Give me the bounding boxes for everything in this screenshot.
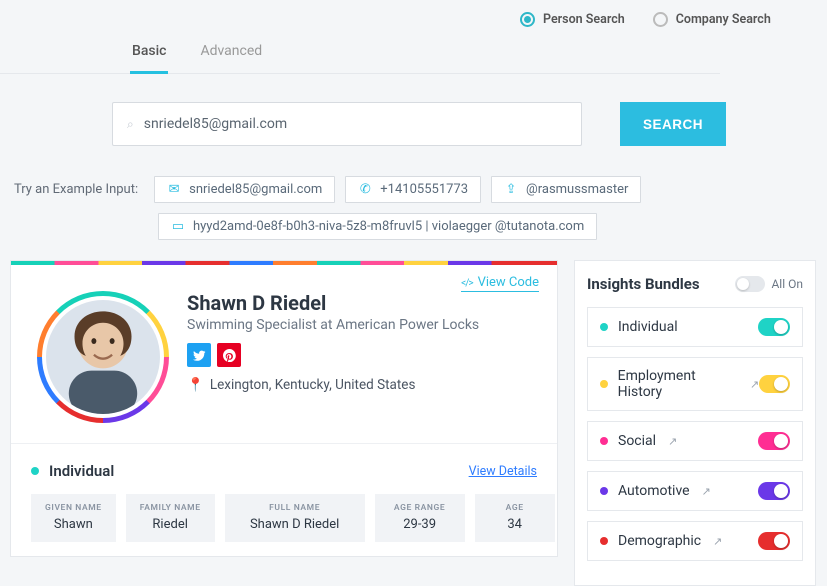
phone-icon: ✆ xyxy=(358,182,372,197)
search-input-wrap[interactable]: ⌕ xyxy=(112,102,582,146)
bundle-name: Employment History xyxy=(618,368,738,400)
bundle-item[interactable]: Social ↗ xyxy=(587,421,803,461)
person-search-radio[interactable]: Person Search xyxy=(520,12,625,27)
result-card: View Code Shawn D Riedel Swimming Specia… xyxy=(10,260,558,557)
example-chip-phone[interactable]: ✆ +14105551773 xyxy=(345,176,481,203)
field: GIVEN NAME Shawn xyxy=(31,494,116,542)
mail-icon: ✉ xyxy=(167,182,181,197)
external-icon: ↗ xyxy=(750,378,759,391)
field-value: 34 xyxy=(489,517,541,532)
avatar xyxy=(46,300,160,414)
bundle-dot-icon xyxy=(600,323,608,331)
chip-text: hyyd2amd-0e8f-b0h3-niva-5z8-m8fruvl5 | v… xyxy=(193,219,584,234)
field: AGE RANGE 29-39 xyxy=(375,494,465,542)
field-label: AGE xyxy=(489,503,541,513)
field-value: 29-39 xyxy=(389,517,451,532)
bundle-item[interactable]: Automotive ↗ xyxy=(587,471,803,511)
avatar-ring xyxy=(37,291,169,423)
bundle-toggle[interactable] xyxy=(758,532,790,550)
all-on-label: All On xyxy=(771,277,803,291)
company-search-radio[interactable]: Company Search xyxy=(653,12,771,27)
radio-icon xyxy=(520,12,535,27)
chip-text: @rasmussmaster xyxy=(526,182,628,197)
view-code-link[interactable]: View Code xyxy=(461,275,539,292)
external-icon: ↗ xyxy=(702,485,711,498)
search-button[interactable]: SEARCH xyxy=(620,102,726,146)
chip-text: +14105551773 xyxy=(380,182,468,197)
person-location: Lexington, Kentucky, United States xyxy=(210,377,416,393)
insights-panel: Insights Bundles All On Individual Employ… xyxy=(574,260,816,586)
search-input[interactable] xyxy=(144,116,567,132)
field-label: FAMILY NAME xyxy=(140,503,201,513)
radio-label: Company Search xyxy=(676,12,771,27)
bundle-toggle[interactable] xyxy=(758,482,790,500)
section-title: Individual xyxy=(49,462,114,480)
person-subtitle: Swimming Specialist at American Power Lo… xyxy=(187,317,479,333)
radio-icon xyxy=(653,12,668,27)
bundle-dot-icon xyxy=(600,487,608,495)
all-on-toggle[interactable] xyxy=(735,276,765,292)
external-icon: ↗ xyxy=(713,535,722,548)
field-value: Shawn xyxy=(45,517,102,532)
field: AGE 34 xyxy=(475,494,555,542)
search-tabs: Basic Advanced xyxy=(0,37,720,74)
id-icon: ▭ xyxy=(171,219,185,234)
bundle-item[interactable]: Individual xyxy=(587,307,803,347)
bundle-name: Individual xyxy=(618,319,678,335)
bundle-name: Demographic xyxy=(618,533,701,549)
field-label: GIVEN NAME xyxy=(45,503,102,513)
example-chip-handle[interactable]: ⇪ @rasmussmaster xyxy=(491,176,641,203)
bundle-dot-icon xyxy=(600,537,608,545)
field-label: AGE RANGE xyxy=(389,503,451,513)
section-dot-icon xyxy=(31,467,39,475)
bundle-toggle[interactable] xyxy=(758,318,790,336)
share-icon: ⇪ xyxy=(504,182,518,197)
pin-icon: 📍 xyxy=(187,377,204,393)
bundle-toggle[interactable] xyxy=(759,375,790,393)
field-label: FULL NAME xyxy=(239,503,351,513)
example-chip-id[interactable]: ▭ hyyd2amd-0e8f-b0h3-niva-5z8-m8fruvl5 | … xyxy=(158,213,597,240)
bundle-item[interactable]: Demographic ↗ xyxy=(587,521,803,561)
search-icon: ⌕ xyxy=(127,117,134,132)
view-details-link[interactable]: View Details xyxy=(469,464,537,479)
insights-title: Insights Bundles xyxy=(587,275,700,293)
bundle-toggle[interactable] xyxy=(758,432,790,450)
field: FULL NAME Shawn D Riedel xyxy=(225,494,365,542)
tab-advanced[interactable]: Advanced xyxy=(198,37,264,73)
bundle-item[interactable]: Employment History ↗ xyxy=(587,357,803,411)
field-value: Riedel xyxy=(140,517,201,532)
radio-label: Person Search xyxy=(543,12,625,27)
bundle-dot-icon xyxy=(600,380,608,388)
field: FAMILY NAME Riedel xyxy=(126,494,215,542)
bundle-dot-icon xyxy=(600,437,608,445)
examples-label: Try an Example Input: xyxy=(14,176,138,197)
pinterest-icon[interactable] xyxy=(217,343,241,367)
chip-text: snriedel85@gmail.com xyxy=(189,182,322,197)
external-icon: ↗ xyxy=(668,435,677,448)
person-name: Shawn D Riedel xyxy=(187,291,479,315)
bundle-name: Social xyxy=(618,433,656,449)
example-chip-email[interactable]: ✉ snriedel85@gmail.com xyxy=(154,176,335,203)
twitter-icon[interactable] xyxy=(187,343,211,367)
tab-basic[interactable]: Basic xyxy=(130,37,168,74)
bundle-name: Automotive xyxy=(618,483,690,499)
field-value: Shawn D Riedel xyxy=(239,517,351,532)
